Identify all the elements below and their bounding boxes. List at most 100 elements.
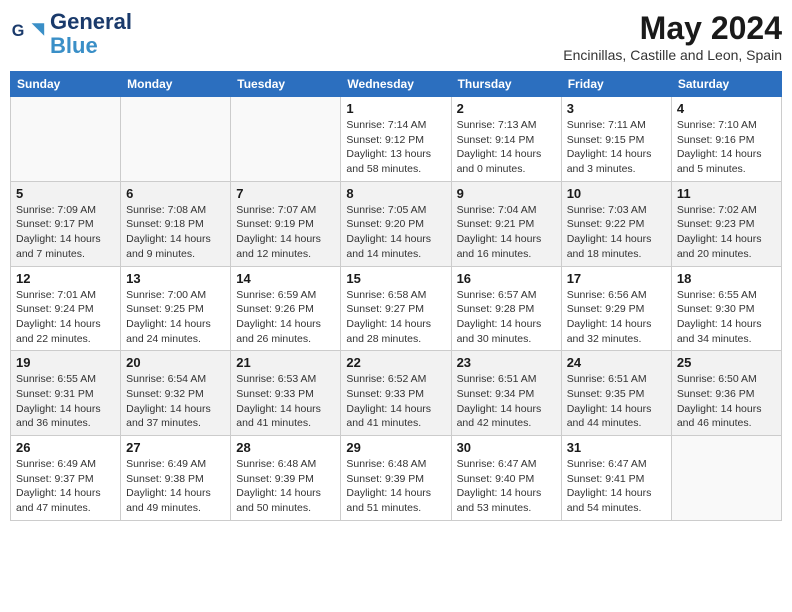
day-number: 11 [677, 186, 776, 201]
day-info: Sunrise: 6:56 AM Sunset: 9:29 PM Dayligh… [567, 288, 666, 347]
day-number: 2 [457, 101, 556, 116]
day-number: 16 [457, 271, 556, 286]
main-title: May 2024 [563, 10, 782, 47]
calendar-table: SundayMondayTuesdayWednesdayThursdayFrid… [10, 71, 782, 521]
calendar-cell: 13 Sunrise: 7:00 AM Sunset: 9:25 PM Dayli… [121, 266, 231, 351]
logo: G General Blue [10, 10, 132, 58]
logo-icon: G [10, 16, 46, 52]
day-number: 20 [126, 355, 225, 370]
day-info: Sunrise: 7:02 AM Sunset: 9:23 PM Dayligh… [677, 203, 776, 262]
day-info: Sunrise: 6:51 AM Sunset: 9:35 PM Dayligh… [567, 372, 666, 431]
calendar-cell: 16 Sunrise: 6:57 AM Sunset: 9:28 PM Dayli… [451, 266, 561, 351]
day-number: 25 [677, 355, 776, 370]
day-number: 21 [236, 355, 335, 370]
day-info: Sunrise: 6:49 AM Sunset: 9:38 PM Dayligh… [126, 457, 225, 516]
day-number: 7 [236, 186, 335, 201]
day-info: Sunrise: 7:09 AM Sunset: 9:17 PM Dayligh… [16, 203, 115, 262]
calendar-cell: 11 Sunrise: 7:02 AM Sunset: 9:23 PM Dayli… [671, 181, 781, 266]
day-info: Sunrise: 7:04 AM Sunset: 9:21 PM Dayligh… [457, 203, 556, 262]
day-info: Sunrise: 6:48 AM Sunset: 9:39 PM Dayligh… [346, 457, 445, 516]
header: G General Blue May 2024 Encinillas, Cast… [10, 10, 782, 63]
day-number: 22 [346, 355, 445, 370]
calendar-cell [231, 97, 341, 182]
day-number: 15 [346, 271, 445, 286]
calendar-cell: 31Sunrise: 6:47 AM Sunset: 9:41 PM Dayli… [561, 436, 671, 521]
svg-text:G: G [12, 22, 25, 40]
day-number: 29 [346, 440, 445, 455]
calendar-cell: 20Sunrise: 6:54 AM Sunset: 9:32 PM Dayli… [121, 351, 231, 436]
calendar-body: 1 Sunrise: 7:14 AM Sunset: 9:12 PM Daylig… [11, 97, 782, 521]
subtitle: Encinillas, Castille and Leon, Spain [563, 47, 782, 63]
day-number: 18 [677, 271, 776, 286]
day-info: Sunrise: 6:58 AM Sunset: 9:27 PM Dayligh… [346, 288, 445, 347]
calendar-cell: 2Sunrise: 7:13 AM Sunset: 9:14 PM Daylig… [451, 97, 561, 182]
day-info: Sunrise: 7:11 AM Sunset: 9:15 PM Dayligh… [567, 118, 666, 177]
logo-line1: General [50, 10, 132, 34]
calendar-cell: 26 Sunrise: 6:49 AM Sunset: 9:37 PM Dayli… [11, 436, 121, 521]
calendar-cell: 19Sunrise: 6:55 AM Sunset: 9:31 PM Dayli… [11, 351, 121, 436]
calendar-cell: 27 Sunrise: 6:49 AM Sunset: 9:38 PM Dayli… [121, 436, 231, 521]
title-block: May 2024 Encinillas, Castille and Leon, … [563, 10, 782, 63]
logo-line2: Blue [50, 33, 98, 58]
calendar-cell: 3Sunrise: 7:11 AM Sunset: 9:15 PM Daylig… [561, 97, 671, 182]
day-number: 12 [16, 271, 115, 286]
day-number: 17 [567, 271, 666, 286]
day-info: Sunrise: 7:03 AM Sunset: 9:22 PM Dayligh… [567, 203, 666, 262]
weekday-header-tuesday: Tuesday [231, 72, 341, 97]
calendar-cell: 17 Sunrise: 6:56 AM Sunset: 9:29 PM Dayli… [561, 266, 671, 351]
calendar-cell: 28 Sunrise: 6:48 AM Sunset: 9:39 PM Dayli… [231, 436, 341, 521]
day-info: Sunrise: 6:51 AM Sunset: 9:34 PM Dayligh… [457, 372, 556, 431]
calendar-cell [11, 97, 121, 182]
day-info: Sunrise: 7:14 AM Sunset: 9:12 PM Dayligh… [346, 118, 445, 177]
calendar-cell: 30Sunrise: 6:47 AM Sunset: 9:40 PM Dayli… [451, 436, 561, 521]
calendar-cell [671, 436, 781, 521]
day-number: 26 [16, 440, 115, 455]
calendar-cell: 10Sunrise: 7:03 AM Sunset: 9:22 PM Dayli… [561, 181, 671, 266]
day-number: 24 [567, 355, 666, 370]
day-number: 1 [346, 101, 445, 116]
calendar-cell: 4 Sunrise: 7:10 AM Sunset: 9:16 PM Daylig… [671, 97, 781, 182]
day-info: Sunrise: 7:00 AM Sunset: 9:25 PM Dayligh… [126, 288, 225, 347]
day-number: 13 [126, 271, 225, 286]
day-info: Sunrise: 7:08 AM Sunset: 9:18 PM Dayligh… [126, 203, 225, 262]
weekday-header-monday: Monday [121, 72, 231, 97]
week-row-4: 19Sunrise: 6:55 AM Sunset: 9:31 PM Dayli… [11, 351, 782, 436]
day-number: 27 [126, 440, 225, 455]
day-info: Sunrise: 7:01 AM Sunset: 9:24 PM Dayligh… [16, 288, 115, 347]
calendar-cell: 18 Sunrise: 6:55 AM Sunset: 9:30 PM Dayli… [671, 266, 781, 351]
calendar-cell: 7 Sunrise: 7:07 AM Sunset: 9:19 PM Daylig… [231, 181, 341, 266]
day-info: Sunrise: 6:59 AM Sunset: 9:26 PM Dayligh… [236, 288, 335, 347]
calendar-cell: 5Sunrise: 7:09 AM Sunset: 9:17 PM Daylig… [11, 181, 121, 266]
day-info: Sunrise: 7:05 AM Sunset: 9:20 PM Dayligh… [346, 203, 445, 262]
day-number: 6 [126, 186, 225, 201]
calendar-cell: 14 Sunrise: 6:59 AM Sunset: 9:26 PM Dayli… [231, 266, 341, 351]
day-number: 28 [236, 440, 335, 455]
calendar-cell: 12 Sunrise: 7:01 AM Sunset: 9:24 PM Dayli… [11, 266, 121, 351]
day-info: Sunrise: 7:10 AM Sunset: 9:16 PM Dayligh… [677, 118, 776, 177]
weekday-header-friday: Friday [561, 72, 671, 97]
day-info: Sunrise: 6:50 AM Sunset: 9:36 PM Dayligh… [677, 372, 776, 431]
day-info: Sunrise: 6:48 AM Sunset: 9:39 PM Dayligh… [236, 457, 335, 516]
calendar-header: SundayMondayTuesdayWednesdayThursdayFrid… [11, 72, 782, 97]
day-number: 14 [236, 271, 335, 286]
calendar-cell: 25 Sunrise: 6:50 AM Sunset: 9:36 PM Dayli… [671, 351, 781, 436]
day-number: 9 [457, 186, 556, 201]
day-info: Sunrise: 6:55 AM Sunset: 9:31 PM Dayligh… [16, 372, 115, 431]
calendar-cell: 24 Sunrise: 6:51 AM Sunset: 9:35 PM Dayli… [561, 351, 671, 436]
day-info: Sunrise: 6:55 AM Sunset: 9:30 PM Dayligh… [677, 288, 776, 347]
day-info: Sunrise: 6:57 AM Sunset: 9:28 PM Dayligh… [457, 288, 556, 347]
weekday-header-row: SundayMondayTuesdayWednesdayThursdayFrid… [11, 72, 782, 97]
day-info: Sunrise: 7:07 AM Sunset: 9:19 PM Dayligh… [236, 203, 335, 262]
calendar-cell: 29 Sunrise: 6:48 AM Sunset: 9:39 PM Dayli… [341, 436, 451, 521]
calendar-cell: 9 Sunrise: 7:04 AM Sunset: 9:21 PM Daylig… [451, 181, 561, 266]
day-number: 4 [677, 101, 776, 116]
calendar-cell: 6 Sunrise: 7:08 AM Sunset: 9:18 PM Daylig… [121, 181, 231, 266]
logo-text: General Blue [50, 10, 132, 58]
calendar-cell: 22Sunrise: 6:52 AM Sunset: 9:33 PM Dayli… [341, 351, 451, 436]
day-number: 30 [457, 440, 556, 455]
calendar-cell: 23Sunrise: 6:51 AM Sunset: 9:34 PM Dayli… [451, 351, 561, 436]
weekday-header-saturday: Saturday [671, 72, 781, 97]
weekday-header-thursday: Thursday [451, 72, 561, 97]
day-info: Sunrise: 6:49 AM Sunset: 9:37 PM Dayligh… [16, 457, 115, 516]
day-number: 31 [567, 440, 666, 455]
